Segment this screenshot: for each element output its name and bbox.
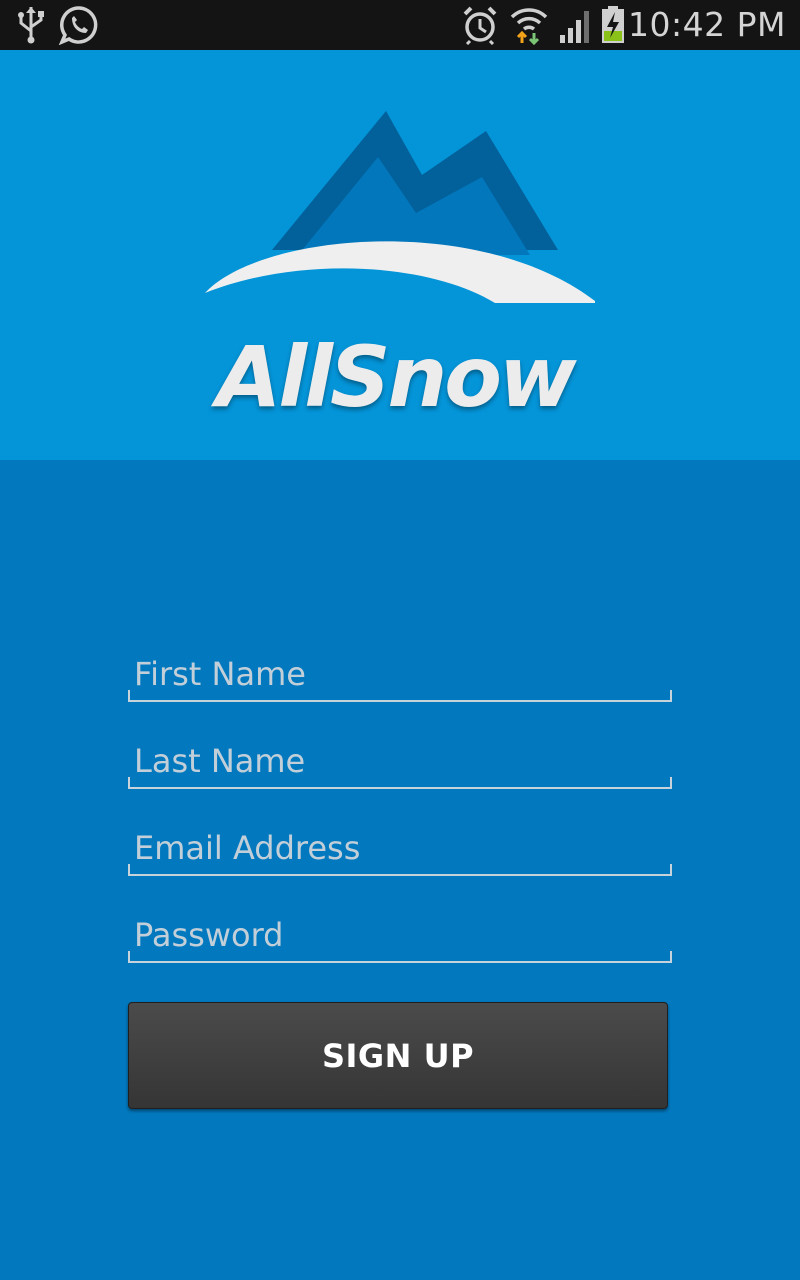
alarm-icon [462,5,498,45]
email-underline [128,864,672,876]
signal-icon [558,5,592,45]
first-name-field [128,650,672,702]
signup-button[interactable]: SIGN UP [128,1002,668,1109]
password-underline [128,951,672,963]
app-header: AllSnow [0,50,800,460]
status-bar-clock: 10:42 PM [628,5,786,44]
signup-form [128,650,672,998]
usb-icon [14,5,48,45]
mountain-logo-icon [205,111,595,303]
last-name-underline [128,777,672,789]
signup-screen: 10:42 PM AllSnow SIGN [0,0,800,1280]
last-name-field [128,737,672,789]
whatsapp-icon [58,5,100,45]
allsnow-logo: AllSnow [190,105,610,426]
status-bar: 10:42 PM [0,0,800,50]
wifi-icon [510,5,548,45]
battery-charging-icon [600,5,626,45]
logo-wordmark: AllSnow [216,328,576,426]
password-field [128,911,672,963]
first-name-underline [128,690,672,702]
email-field [128,824,672,876]
